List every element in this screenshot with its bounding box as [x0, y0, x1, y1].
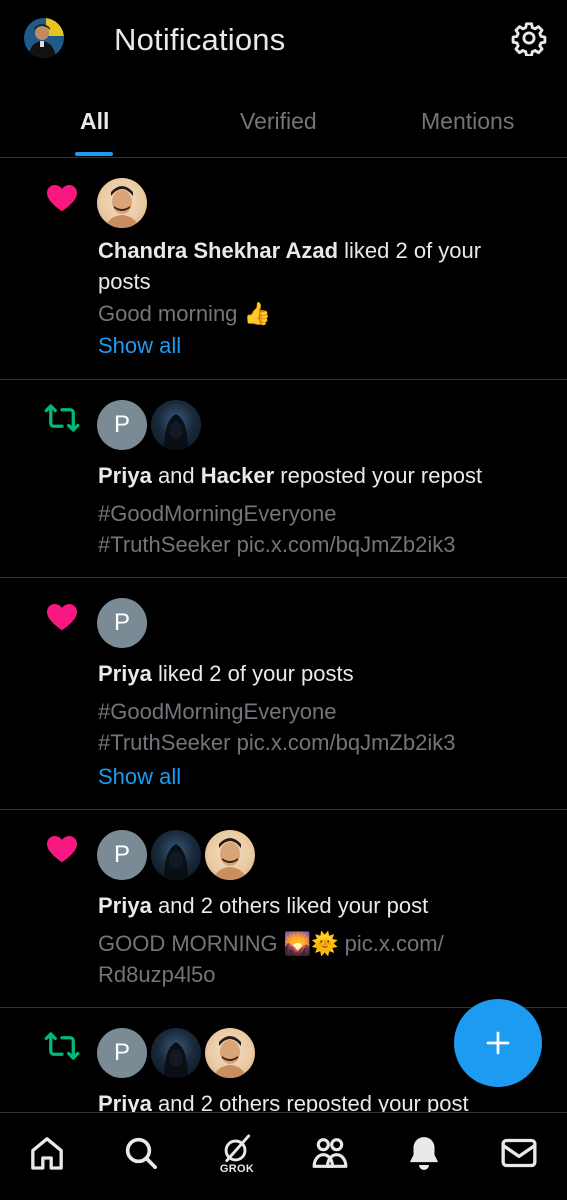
conjunction-text: and	[151, 463, 201, 488]
show-all-link[interactable]: Show all	[98, 764, 181, 790]
compose-button[interactable]	[454, 999, 542, 1087]
repost-icon	[44, 1028, 80, 1064]
actor-avatars	[97, 178, 147, 228]
profile-avatar[interactable]	[24, 18, 64, 58]
actor-avatars: P	[97, 400, 201, 450]
notifications-feed[interactable]: Chandra Shekhar Azad liked 2 of your pos…	[0, 159, 567, 1112]
page-title: Notifications	[114, 22, 286, 57]
avatar[interactable]	[205, 830, 255, 880]
actor-name[interactable]: Priya	[98, 661, 152, 686]
actor-name[interactable]: Chandra Shekhar Azad	[98, 238, 338, 263]
search-icon[interactable]	[121, 1133, 161, 1177]
actor-avatars: P	[97, 830, 255, 880]
grok-label: GROK	[219, 1163, 255, 1175]
preview-line: #TruthSeeker pic.x.com/bqJmZb2ik3	[98, 730, 456, 755]
notification-action: and 2 others liked your post	[151, 893, 429, 918]
notifications-bell-icon[interactable]	[404, 1133, 444, 1177]
actor-name[interactable]: Hacker	[201, 463, 274, 488]
notification-text: Priya and Hacker reposted your repost	[98, 460, 537, 491]
grok-icon	[224, 1134, 251, 1163]
active-tab-indicator	[75, 152, 113, 156]
repost-icon	[44, 400, 80, 436]
actor-avatars: P	[97, 1028, 255, 1078]
settings-gear-icon[interactable]	[511, 20, 547, 57]
actor-name[interactable]: Priya	[98, 1091, 152, 1112]
actor-name[interactable]: Priya	[98, 463, 152, 488]
avatar[interactable]	[151, 1028, 201, 1078]
notification-text: Priya liked 2 of your posts	[98, 658, 537, 689]
show-all-link[interactable]: Show all	[98, 333, 181, 359]
notification-tabs: All Verified Mentions	[0, 94, 567, 158]
communities-icon[interactable]	[310, 1133, 350, 1177]
post-preview: #GoodMorningEveryone #TruthSeeker pic.x.c…	[98, 696, 527, 758]
messages-envelope-icon[interactable]	[499, 1133, 539, 1177]
notification-item[interactable]: Chandra Shekhar Azad liked 2 of your pos…	[0, 159, 567, 380]
avatar[interactable]	[97, 178, 147, 228]
heart-icon	[44, 179, 80, 215]
post-preview: #GoodMorningEveryone #TruthSeeker pic.x.c…	[98, 498, 527, 560]
avatar[interactable]	[205, 1028, 255, 1078]
avatar[interactable]: P	[97, 400, 147, 450]
preview-line: #GoodMorningEveryone	[98, 501, 337, 526]
tab-verified[interactable]: Verified	[240, 108, 317, 135]
post-preview: Good morning 👍	[98, 301, 271, 326]
bottom-navigation: GROK	[0, 1112, 567, 1200]
heart-icon	[44, 830, 80, 866]
top-bar: Notifications	[0, 0, 567, 84]
notification-item[interactable]: P Priya and 2 others liked your post GOO…	[0, 810, 567, 1008]
avatar[interactable]: P	[97, 1028, 147, 1078]
preview-line: Rd8uzp4l5o	[98, 962, 216, 987]
avatar[interactable]	[151, 830, 201, 880]
notification-action: liked 2 of your posts	[151, 661, 354, 686]
preview-line: GOOD MORNING 🌄🌞 pic.x.com/	[98, 931, 444, 956]
avatar[interactable]: P	[97, 598, 147, 648]
home-icon[interactable]	[27, 1133, 67, 1177]
grok-nav-item[interactable]: GROK	[217, 1133, 257, 1177]
notification-item[interactable]: P Priya and Hacker reposted your repost …	[0, 380, 567, 578]
notification-text: Priya and 2 others liked your post	[98, 890, 537, 921]
heart-icon	[44, 598, 80, 634]
notification-action: reposted your repost	[274, 463, 483, 488]
notification-text: Chandra Shekhar Azad liked 2 of your pos…	[98, 235, 537, 297]
notification-text: Priya and 2 others reposted your post	[98, 1088, 537, 1112]
tab-mentions[interactable]: Mentions	[421, 108, 514, 135]
actor-name[interactable]: Priya	[98, 893, 152, 918]
plus-icon	[486, 1031, 510, 1055]
avatar[interactable]	[151, 400, 201, 450]
preview-line: #GoodMorningEveryone	[98, 699, 337, 724]
post-preview: GOOD MORNING 🌄🌞 pic.x.com/Rd8uzp4l5o	[98, 928, 527, 990]
tab-all[interactable]: All	[80, 108, 109, 135]
avatar[interactable]: P	[97, 830, 147, 880]
actor-avatars: P	[97, 598, 147, 648]
notification-item[interactable]: P Priya liked 2 of your posts #GoodMorni…	[0, 578, 567, 810]
preview-line: #TruthSeeker pic.x.com/bqJmZb2ik3	[98, 532, 456, 557]
notification-action: and 2 others reposted your post	[151, 1091, 469, 1112]
